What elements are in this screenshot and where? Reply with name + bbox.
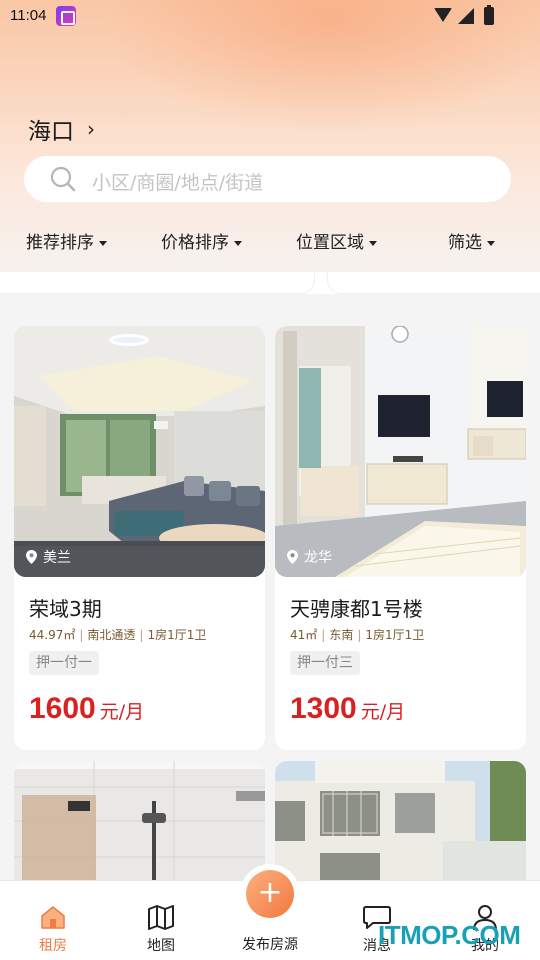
filter-label: 价格排序 [161, 233, 229, 253]
filter-label: 位置区域 [296, 233, 364, 253]
filter-label: 推荐排序 [26, 233, 94, 253]
caret-down-icon [487, 240, 495, 246]
filter-more[interactable]: 筛选 [448, 228, 495, 253]
nav-label: 租房 [39, 938, 67, 954]
notification-app-icon [56, 6, 76, 26]
location-label: 美兰 [43, 550, 71, 566]
listing-orientation: 东南 [329, 628, 354, 642]
listing-meta: 44.97㎡ | 南北通透 | 1房1厅1卫 [29, 628, 207, 642]
search-placeholder: 小区/商圈/地点/街道 [92, 172, 264, 194]
caret-down-icon [234, 240, 242, 246]
status-bar: 11:04 [0, 0, 540, 32]
listing-price: 1300 元/月 [290, 692, 405, 726]
status-time: 11:04 [10, 7, 47, 24]
price-value: 1300 [290, 692, 357, 725]
location-label: 龙华 [304, 550, 332, 566]
nav-label: 地图 [147, 938, 175, 954]
listing-photo [14, 326, 265, 577]
location-pin-icon [287, 550, 298, 564]
listing-card[interactable]: 龙华 天骋康都1号楼 41㎡ | 东南 | 1房1厅1卫 押一付三 1300 元/月 [275, 326, 526, 750]
deposit-tag: 押一付三 [290, 651, 360, 675]
listing-area: 44.97㎡ [29, 628, 76, 642]
site-watermark: ITMOP.COM [378, 920, 521, 950]
price-unit: 元/月 [360, 701, 406, 723]
nav-map[interactable]: 地图 [116, 881, 206, 960]
publish-label: 发布房源 [242, 937, 298, 953]
location-badge: 美兰 [26, 547, 71, 567]
price-unit: 元/月 [99, 701, 145, 723]
filter-bar: 推荐排序 价格排序 位置区域 筛选 [0, 228, 540, 258]
listing-orientation: 南北通透 [87, 628, 136, 642]
listing-title: 荣域3期 [29, 597, 102, 621]
studio-room-photo [275, 326, 526, 577]
wifi-icon [434, 8, 452, 22]
caret-down-icon [99, 240, 107, 246]
filter-recommend-sort[interactable]: 推荐排序 [26, 228, 107, 253]
filter-price-sort[interactable]: 价格排序 [161, 228, 242, 253]
listing-layout: 1房1厅1卫 [365, 628, 425, 642]
chevron-right-icon: › [87, 117, 95, 141]
filter-location[interactable]: 位置区域 [296, 228, 377, 253]
nav-rent[interactable]: 租房 [8, 881, 98, 960]
search-input[interactable]: 小区/商圈/地点/街道 [24, 156, 511, 202]
status-indicators [428, 5, 508, 26]
publish-listing-button[interactable]: + [240, 864, 300, 924]
location-pin-icon [26, 550, 37, 564]
location-badge: 龙华 [287, 547, 332, 567]
battery-icon [484, 5, 494, 25]
listing-price: 1600 元/月 [29, 692, 144, 726]
caret-down-icon [369, 240, 377, 246]
filter-label: 筛选 [448, 233, 482, 253]
category-tab-left[interactable] [0, 272, 315, 294]
signal-icon [458, 8, 474, 24]
listing-card[interactable]: 美兰 荣域3期 44.97㎡ | 南北通透 | 1房1厅1卫 押一付一 1600 元/月 [14, 326, 265, 750]
city-label: 海口 [28, 119, 74, 145]
house-icon [41, 906, 65, 929]
deposit-tag: 押一付一 [29, 651, 99, 675]
listing-title: 天骋康都1号楼 [290, 597, 423, 621]
map-icon [148, 905, 174, 930]
listing-photo [275, 326, 526, 577]
category-tab-right[interactable] [327, 272, 540, 294]
price-value: 1600 [29, 692, 96, 725]
living-room-photo [14, 326, 265, 577]
search-icon [50, 166, 76, 192]
listing-area: 41㎡ [290, 628, 318, 642]
listing-layout: 1房1厅1卫 [147, 628, 207, 642]
plus-icon: + [246, 870, 294, 918]
listing-meta: 41㎡ | 东南 | 1房1厅1卫 [290, 628, 425, 642]
